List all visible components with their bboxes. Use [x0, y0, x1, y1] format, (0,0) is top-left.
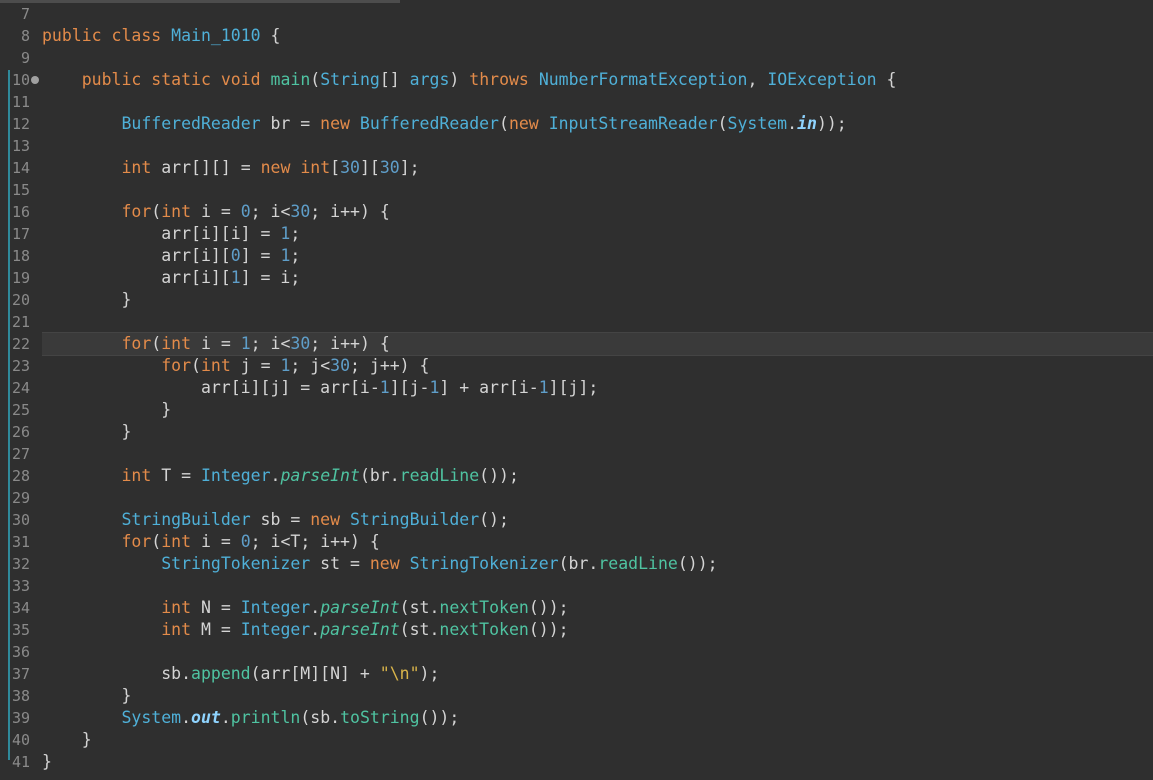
line-number: 15 [11, 181, 30, 199]
code-editor[interactable]: 7 8 public class Main_1010 { 9 10 public sta… [0, 0, 1153, 780]
line-number: 36 [11, 643, 30, 661]
code-text: System.out.println(sb.toString()); [121, 708, 460, 727]
code-text: } [42, 400, 172, 419]
line-number: 10 [11, 71, 30, 89]
code-text: int arr[][] = new int[30][30]; [121, 158, 420, 177]
line-number: 37 [11, 665, 30, 683]
code-text: } [42, 752, 52, 771]
line-number: 9 [20, 49, 30, 67]
code-text: } [42, 686, 132, 705]
line-number: 21 [11, 313, 30, 331]
line-number: 39 [11, 709, 30, 727]
line-number: 31 [11, 533, 30, 551]
line-number: 34 [11, 599, 30, 617]
code-text: int T = Integer.parseInt(br.readLine()); [121, 466, 519, 485]
line-number: 17 [11, 225, 30, 243]
code-text: StringBuilder sb = new StringBuilder(); [121, 510, 509, 529]
code-text: arr[i][j] = arr[i-1][j-1] + arr[i-1][j]; [42, 378, 599, 397]
code-text: BufferedReader br = new BufferedReader(n… [121, 114, 847, 133]
line-number: 12 [11, 115, 30, 133]
line-number: 16 [11, 203, 30, 221]
code-text: for(int i = 0; i<30; i++) { [121, 202, 390, 221]
line-number: 8 [20, 27, 30, 45]
line-number: 22 [11, 335, 30, 353]
line-number: 35 [11, 621, 30, 639]
code-text: } [42, 730, 92, 749]
code-text: for(int i = 1; i<30; i++) { [121, 334, 390, 353]
code-text: int N = Integer.parseInt(st.nextToken())… [161, 598, 569, 617]
line-number: 33 [11, 577, 30, 595]
fold-collapse-icon[interactable] [31, 76, 39, 84]
line-number: 32 [11, 555, 30, 573]
code-text: arr[i][1] = i; [42, 268, 301, 287]
line-number: 29 [11, 489, 30, 507]
line-number: 28 [11, 467, 30, 485]
code-text: } [42, 422, 132, 441]
line-number: 23 [11, 357, 30, 375]
line-number: 25 [11, 401, 30, 419]
code-text: } [42, 290, 132, 309]
code-text: public static void main(String[] args) t… [81, 70, 897, 89]
line-number: 38 [11, 687, 30, 705]
line-number: 26 [11, 423, 30, 441]
code-text: arr[i][i] = 1; [42, 224, 301, 243]
line-number: 13 [11, 137, 30, 155]
code-text: arr[i][0] = 1; [42, 246, 301, 265]
line-number: 19 [11, 269, 30, 287]
code-text: for(int j = 1; j<30; j++) { [161, 356, 430, 375]
code-text: int M = Integer.parseInt(st.nextToken())… [161, 620, 569, 639]
line-number: 7 [20, 5, 30, 23]
editor-tab-strip [0, 0, 400, 3]
line-number: 20 [11, 291, 30, 309]
line-number: 30 [11, 511, 30, 529]
line-number: 24 [11, 379, 30, 397]
line-number: 11 [11, 93, 30, 111]
line-number: 18 [11, 247, 30, 265]
code-text: StringTokenizer st = new StringTokenizer… [161, 554, 718, 573]
line-number: 40 [11, 731, 30, 749]
line-number: 14 [11, 159, 30, 177]
line-number: 27 [11, 445, 30, 463]
code-text: for(int i = 0; i<T; i++) { [121, 532, 380, 551]
code-text: sb.append(arr[M][N] + "\n"); [42, 664, 440, 683]
code-text: public class Main_1010 { [42, 26, 281, 45]
line-number: 41 [11, 753, 30, 771]
